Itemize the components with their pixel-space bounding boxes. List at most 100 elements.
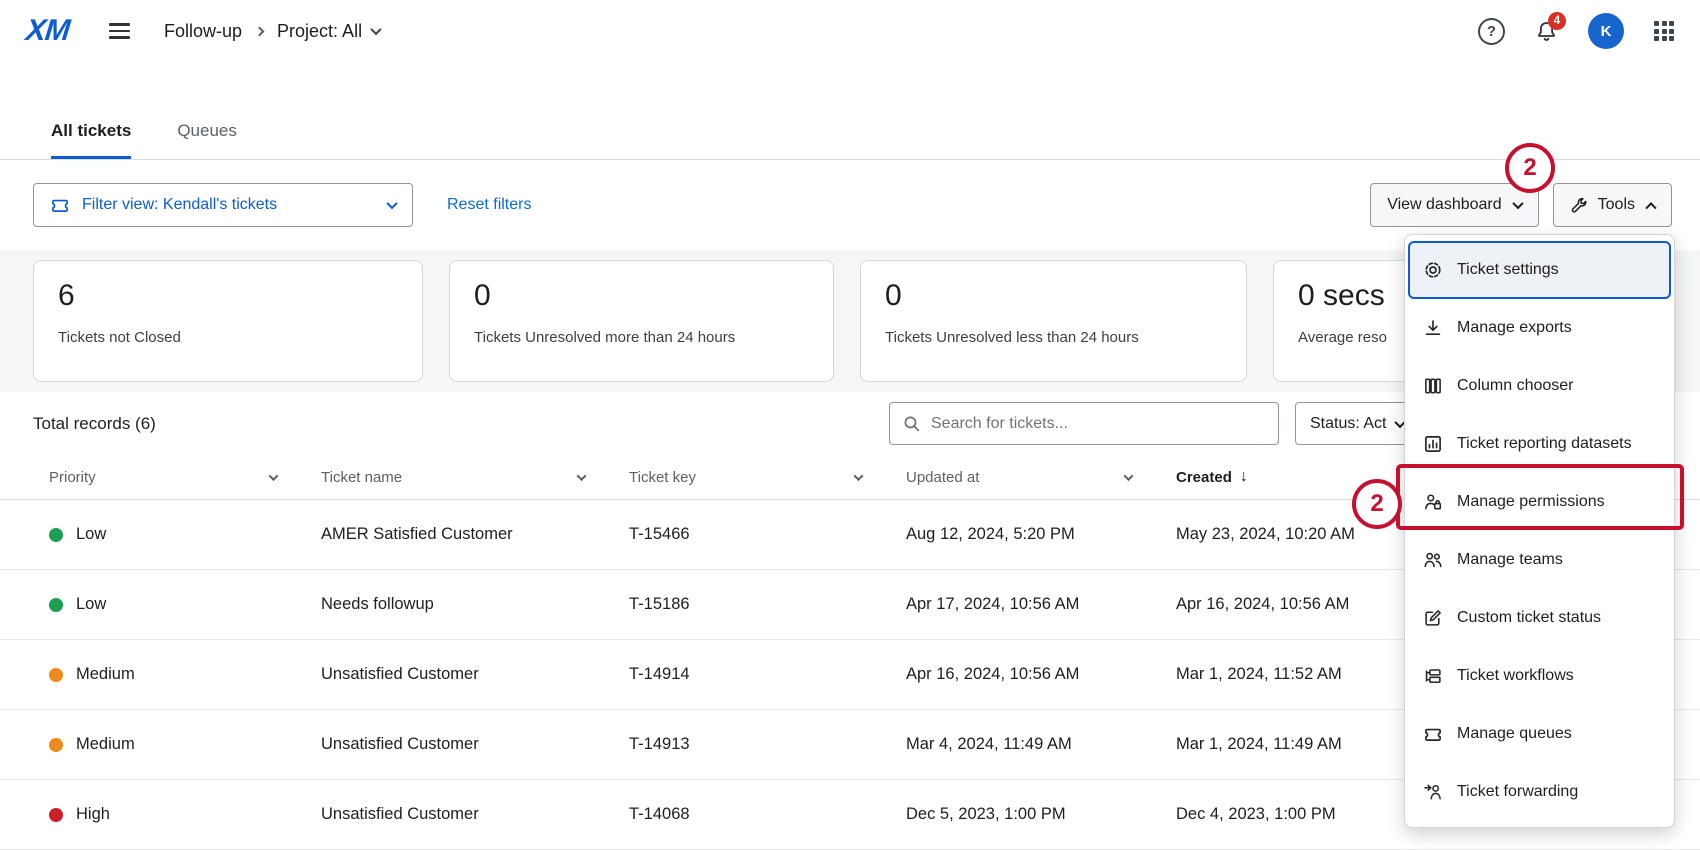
breadcrumb-scope-label: Project: All bbox=[277, 21, 362, 42]
stat-label: Tickets Unresolved more than 24 hours bbox=[474, 329, 809, 346]
app-grid-icon[interactable] bbox=[1654, 21, 1674, 41]
xm-logo: XM bbox=[24, 14, 71, 48]
ticket-icon bbox=[50, 195, 70, 215]
menu-item-column-chooser[interactable]: Column chooser bbox=[1405, 357, 1674, 415]
edit-icon bbox=[1423, 608, 1443, 628]
breadcrumb-scope[interactable]: Project: All bbox=[277, 21, 380, 42]
workflow-icon bbox=[1423, 666, 1443, 686]
view-dashboard-button[interactable]: View dashboard bbox=[1370, 183, 1538, 227]
ticket-icon bbox=[1423, 724, 1443, 744]
wrench-icon bbox=[1570, 196, 1588, 214]
tab-queues[interactable]: Queues bbox=[177, 121, 237, 159]
chevron-down-icon bbox=[1512, 198, 1523, 209]
column-header-label: Ticket key bbox=[629, 469, 696, 486]
annotation-step-permissions: 2 bbox=[1352, 479, 1402, 529]
updated-at-cell: Apr 16, 2024, 10:56 AM bbox=[906, 665, 1176, 684]
columns-icon bbox=[1423, 376, 1443, 396]
priority-label: Low bbox=[76, 595, 106, 614]
chevron-down-icon bbox=[269, 471, 279, 481]
priority-label: High bbox=[76, 805, 110, 824]
help-icon[interactable]: ? bbox=[1478, 18, 1505, 45]
ticket-key-cell: T-14068 bbox=[629, 805, 906, 824]
menu-item-manage-teams[interactable]: Manage teams bbox=[1405, 531, 1674, 589]
column-header-label: Ticket name bbox=[321, 469, 402, 486]
notifications-button[interactable]: 4 bbox=[1535, 20, 1558, 43]
menu-item-ticket-reporting-datasets[interactable]: Ticket reporting datasets bbox=[1405, 415, 1674, 473]
menu-item-label: Ticket forwarding bbox=[1457, 783, 1578, 801]
ticket-key-cell: T-14914 bbox=[629, 665, 906, 684]
ticket-name-cell: AMER Satisfied Customer bbox=[321, 525, 629, 544]
ticket-key-cell: T-14913 bbox=[629, 735, 906, 754]
search-input[interactable] bbox=[931, 415, 1266, 433]
tab-all-tickets[interactable]: All tickets bbox=[51, 121, 131, 159]
ticket-key-cell: T-15466 bbox=[629, 525, 906, 544]
ticket-name-cell: Needs followup bbox=[321, 595, 629, 614]
breadcrumb: Follow-up Project: All bbox=[164, 21, 380, 42]
menu-item-manage-exports[interactable]: Manage exports bbox=[1405, 299, 1674, 357]
updated-at-cell: Dec 5, 2023, 1:00 PM bbox=[906, 805, 1176, 824]
priority-dot bbox=[49, 808, 63, 822]
avatar[interactable]: K bbox=[1588, 13, 1624, 49]
people-icon bbox=[1423, 550, 1443, 570]
updated-at-cell: Mar 4, 2024, 11:49 AM bbox=[906, 735, 1176, 754]
column-header-ticket-key[interactable]: Ticket key bbox=[629, 469, 906, 486]
status-filter-label: Status: Act bbox=[1310, 415, 1386, 433]
menu-item-ticket-forwarding[interactable]: Ticket forwarding bbox=[1405, 763, 1674, 821]
report-chart-icon bbox=[1423, 434, 1443, 454]
menu-item-ticket-workflows[interactable]: Ticket workflows bbox=[1405, 647, 1674, 705]
menu-item-ticket-settings[interactable]: Ticket settings bbox=[1408, 241, 1671, 299]
ticket-name-cell: Unsatisfied Customer bbox=[321, 665, 629, 684]
tools-button[interactable]: Tools bbox=[1553, 183, 1672, 227]
ticket-key-cell: T-15186 bbox=[629, 595, 906, 614]
priority-dot bbox=[49, 668, 63, 682]
column-header-updated-at[interactable]: Updated at bbox=[906, 469, 1176, 486]
view-dashboard-label: View dashboard bbox=[1387, 196, 1501, 214]
column-header-label: Updated at bbox=[906, 469, 979, 486]
gear-icon bbox=[1423, 260, 1443, 280]
ticket-name-cell: Unsatisfied Customer bbox=[321, 805, 629, 824]
menu-item-custom-ticket-status[interactable]: Custom ticket status bbox=[1405, 589, 1674, 647]
menu-item-label: Manage exports bbox=[1457, 319, 1572, 337]
menu-item-label: Manage teams bbox=[1457, 551, 1563, 569]
app-window: XM Follow-up Project: All ? 4 K bbox=[0, 0, 1700, 850]
column-header-label: Created bbox=[1176, 469, 1232, 486]
chevron-down-icon bbox=[370, 24, 381, 35]
sort-desc-icon: ↓ bbox=[1240, 468, 1248, 486]
person-lock-icon bbox=[1423, 492, 1443, 512]
top-bar: XM Follow-up Project: All ? 4 K bbox=[0, 0, 1700, 62]
chevron-right-icon bbox=[255, 26, 265, 36]
menu-item-label: Ticket settings bbox=[1457, 261, 1559, 279]
chevron-down-icon bbox=[854, 471, 864, 481]
filter-view-dropdown[interactable]: Filter view: Kendall's tickets bbox=[33, 183, 413, 227]
breadcrumb-project[interactable]: Follow-up bbox=[164, 21, 242, 42]
stat-value: 0 bbox=[885, 279, 1222, 313]
updated-at-cell: Aug 12, 2024, 5:20 PM bbox=[906, 525, 1176, 544]
stat-label: Tickets not Closed bbox=[58, 329, 398, 346]
menu-item-manage-permissions[interactable]: Manage permissions bbox=[1405, 473, 1674, 531]
ticket-name-cell: Unsatisfied Customer bbox=[321, 735, 629, 754]
priority-dot bbox=[49, 598, 63, 612]
hamburger-menu-icon[interactable] bbox=[109, 23, 130, 38]
reset-filters-link[interactable]: Reset filters bbox=[447, 196, 531, 214]
priority-label: Medium bbox=[76, 665, 135, 684]
menu-item-manage-queues[interactable]: Manage queues bbox=[1405, 705, 1674, 763]
column-header-ticket-name[interactable]: Ticket name bbox=[321, 469, 629, 486]
menu-item-label: Manage queues bbox=[1457, 725, 1572, 743]
annotation-step-tools: 2 bbox=[1505, 143, 1555, 193]
stat-label: Tickets Unresolved less than 24 hours bbox=[885, 329, 1222, 346]
search-box bbox=[889, 402, 1279, 445]
stat-card-not-closed: 6 Tickets not Closed bbox=[33, 260, 423, 382]
stat-card-unresolved-less-24h: 0 Tickets Unresolved less than 24 hours bbox=[860, 260, 1247, 382]
chevron-down-icon bbox=[1124, 471, 1134, 481]
notification-badge: 4 bbox=[1548, 12, 1566, 30]
priority-label: Low bbox=[76, 525, 106, 544]
stat-value: 6 bbox=[58, 279, 398, 313]
column-header-priority[interactable]: Priority bbox=[49, 469, 321, 486]
priority-dot bbox=[49, 738, 63, 752]
menu-item-label: Ticket reporting datasets bbox=[1457, 435, 1632, 453]
chevron-down-icon bbox=[577, 471, 587, 481]
stat-value: 0 bbox=[474, 279, 809, 313]
chevron-down-icon bbox=[386, 198, 397, 209]
total-records-label: Total records (6) bbox=[33, 414, 156, 434]
menu-item-label: Ticket workflows bbox=[1457, 667, 1574, 685]
